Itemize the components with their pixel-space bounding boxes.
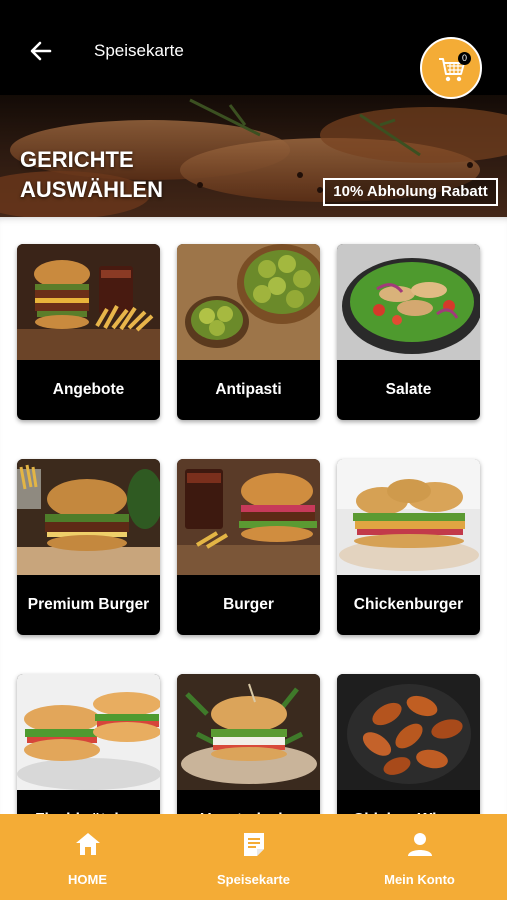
banner-heading: GERICHTE AUSWÄHLEN — [20, 145, 163, 205]
category-label: Chickenburger — [353, 596, 464, 613]
burger-image — [177, 459, 320, 575]
home-icon — [76, 833, 100, 855]
category-card[interactable]: Chickenburger — [337, 459, 480, 635]
category-label: Antipasti — [215, 381, 282, 398]
chicken-wings-image — [337, 674, 480, 790]
cart-count-badge: 0 — [458, 52, 471, 65]
page-title: Speisekarte — [94, 41, 184, 60]
user-icon — [408, 833, 432, 856]
veggie-burger-image — [177, 674, 320, 790]
category-card[interactable]: Salate — [337, 244, 480, 420]
category-grid: Angebote Antipasti Salate Premium Burger… — [0, 217, 507, 814]
burger-fries-image — [17, 244, 160, 360]
salad-image — [337, 244, 480, 360]
bottom-navigation: HOME Speisekarte Mein Konto — [0, 814, 507, 900]
category-label: Vegetarische — [177, 790, 320, 814]
nav-menu-label: Speisekarte — [217, 872, 290, 887]
nav-account-label: Mein Konto — [384, 872, 455, 887]
category-label: Chicken Wings — [337, 790, 480, 814]
nav-account[interactable]: Mein Konto — [335, 814, 504, 900]
category-card[interactable]: Chicken Wings — [337, 674, 480, 814]
hero-banner: GERICHTE AUSWÄHLEN 10% Abholung Rabatt — [0, 95, 507, 217]
banner-heading-line1: GERICHTE — [20, 147, 134, 172]
nav-home-label: HOME — [68, 872, 107, 887]
category-card[interactable]: Vegetarische — [177, 674, 320, 814]
category-card[interactable]: Antipasti — [177, 244, 320, 420]
discount-badge: 10% Abholung Rabatt — [323, 178, 498, 206]
olives-image — [177, 244, 320, 360]
menu-icon — [244, 833, 264, 856]
category-label: Premium Burger — [27, 596, 150, 613]
category-card[interactable]: Fischbrötchen — [17, 674, 160, 814]
category-label: Angebote — [52, 381, 125, 398]
category-label: Salate — [385, 381, 432, 398]
category-card[interactable]: Burger — [177, 459, 320, 635]
chickenburger-image — [337, 459, 480, 575]
bagel-image — [17, 674, 160, 790]
category-card[interactable]: Premium Burger — [17, 459, 160, 635]
category-label: Burger — [223, 596, 274, 613]
banner-heading-line2: AUSWÄHLEN — [20, 177, 163, 202]
category-card[interactable]: Angebote — [17, 244, 160, 420]
nav-home[interactable]: HOME — [3, 814, 172, 900]
back-arrow-icon[interactable] — [26, 36, 56, 66]
cart-button[interactable]: 0 — [420, 37, 482, 99]
nav-menu[interactable]: Speisekarte — [169, 814, 338, 900]
category-label: Fischbrötchen — [17, 790, 160, 814]
premium-burger-image — [17, 459, 160, 575]
